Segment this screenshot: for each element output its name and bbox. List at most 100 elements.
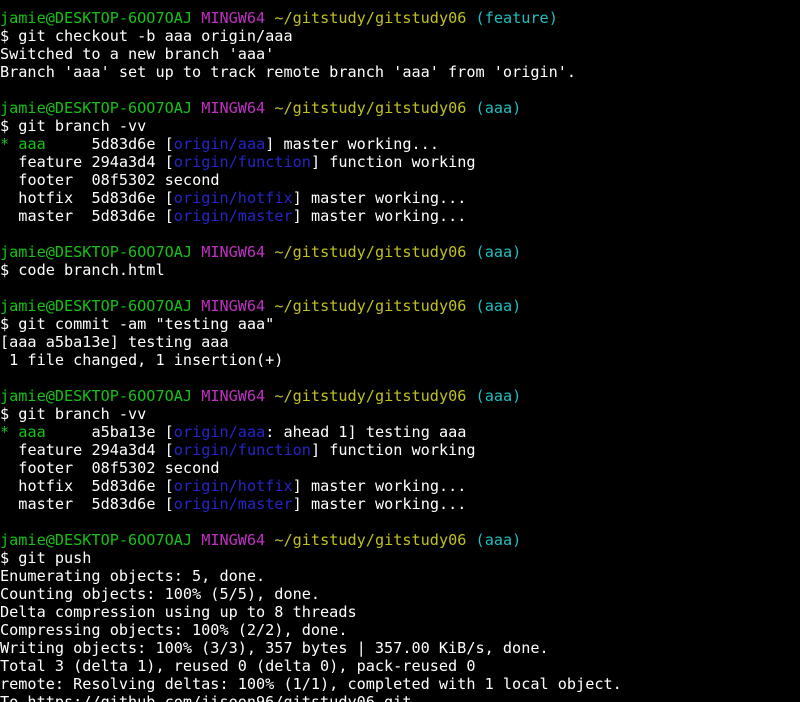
branch-name: master [18, 495, 83, 513]
output-line: Counting objects: 100% (5/5), done. [0, 585, 321, 603]
terminal-output[interactable]: jamie@DESKTOP-6OO7OAJ MINGW64 ~/gitstudy… [0, 0, 800, 702]
branch-name: aaa [18, 423, 83, 441]
commit-hash: 08f5302 [91, 459, 156, 477]
output-line: Delta compression using up to 8 threads [0, 603, 357, 621]
prompt-path: ~/gitstudy/gitstudy06 [274, 9, 467, 27]
output-line: Branch 'aaa' set up to track remote bran… [0, 63, 577, 81]
prompt-line: jamie@DESKTOP-6OO7OAJ MINGW64 ~/gitstudy… [0, 531, 800, 549]
branch-row: footer 08f5302 second [0, 459, 800, 477]
commit-hash: 5d83d6e [91, 207, 156, 225]
branch-row: hotfix 5d83d6e [origin/hotfix] master wo… [18, 477, 467, 495]
commit-message: function working [329, 153, 476, 171]
commit-message: second [164, 171, 220, 189]
branch-name: footer [18, 171, 83, 189]
branch-name: master [18, 207, 83, 225]
output-line: $ git commit -am "testing aaa" [0, 315, 275, 333]
output-line: Total 3 (delta 1), reused 0 (delta 0), p… [0, 657, 476, 675]
branch-row: hotfix 5d83d6e [origin/hotfix] master wo… [18, 189, 467, 207]
commit-message: master working... [310, 207, 467, 225]
branch-row: * aaa a5ba13e [origin/aaa: ahead 1] test… [0, 423, 467, 441]
prompt-line: jamie@DESKTOP-6OO7OAJ MINGW64 ~/gitstudy… [0, 243, 800, 261]
prompt-user-host: jamie@DESKTOP-6OO7OAJ [0, 99, 193, 117]
prompt-user-host: jamie@DESKTOP-6OO7OAJ [0, 531, 193, 549]
prompt-branch: (aaa) [475, 387, 522, 405]
output-line: 1 file changed, 1 insertion(+) [0, 351, 284, 369]
branch-row: feature 294a3d4 [origin/function] functi… [18, 441, 476, 459]
output-line: Switched to a new branch 'aaa' [0, 45, 275, 63]
branch-name: feature [18, 441, 83, 459]
output-line: $ git branch -vv [0, 405, 147, 423]
upstream-branch: origin/hotfix [173, 189, 293, 207]
prompt-branch: (aaa) [475, 243, 522, 261]
prompt-user-host: jamie@DESKTOP-6OO7OAJ [0, 9, 193, 27]
output-line: $ git branch -vv [0, 117, 147, 135]
commit-hash: 5d83d6e [91, 477, 156, 495]
commit-message: master working... [310, 477, 467, 495]
branch-row: footer 08f5302 second [0, 171, 800, 189]
output-line: Writing objects: 100% (3/3), 357 bytes |… [0, 639, 549, 657]
branch-row: * aaa 5d83d6e [origin/aaa] master workin… [0, 135, 439, 153]
prompt-env: MINGW64 [201, 387, 266, 405]
prompt-user-host: jamie@DESKTOP-6OO7OAJ [0, 297, 193, 315]
upstream-branch: origin/hotfix [173, 477, 293, 495]
branch-name: aaa [18, 135, 83, 153]
branch-row: master 5d83d6e [origin/master] master wo… [18, 207, 467, 225]
branch-row: master 5d83d6e [origin/master] master wo… [18, 495, 467, 513]
prompt-line: jamie@DESKTOP-6OO7OAJ MINGW64 ~/gitstudy… [0, 387, 800, 405]
prompt-branch: (feature) [475, 9, 558, 27]
output-line: remote: Resolving deltas: 100% (1/1), co… [0, 675, 622, 693]
prompt-env: MINGW64 [201, 9, 266, 27]
prompt-path: ~/gitstudy/gitstudy06 [274, 531, 467, 549]
prompt-env: MINGW64 [201, 297, 266, 315]
commit-message: second [164, 459, 220, 477]
output-line: [aaa a5ba13e] testing aaa [0, 333, 229, 351]
prompt-env: MINGW64 [201, 243, 266, 261]
prompt-env: MINGW64 [201, 531, 266, 549]
output-line: $ git push [0, 549, 92, 567]
commit-hash: 5d83d6e [91, 135, 156, 153]
upstream-branch: origin/master [173, 207, 293, 225]
commit-hash: 294a3d4 [91, 441, 156, 459]
prompt-line: jamie@DESKTOP-6OO7OAJ MINGW64 ~/gitstudy… [0, 99, 800, 117]
prompt-user-host: jamie@DESKTOP-6OO7OAJ [0, 387, 193, 405]
output-line: $ code branch.html [0, 261, 165, 279]
commit-message: testing aaa [365, 423, 467, 441]
upstream-branch: origin/aaa [173, 423, 266, 441]
prompt-line: jamie@DESKTOP-6OO7OAJ MINGW64 ~/gitstudy… [0, 9, 800, 27]
prompt-env: MINGW64 [201, 99, 266, 117]
prompt-path: ~/gitstudy/gitstudy06 [274, 243, 467, 261]
prompt-line: jamie@DESKTOP-6OO7OAJ MINGW64 ~/gitstudy… [0, 297, 800, 315]
commit-hash: 5d83d6e [91, 495, 156, 513]
upstream-branch: origin/function [173, 441, 311, 459]
prompt-path: ~/gitstudy/gitstudy06 [274, 297, 467, 315]
commit-message: master working... [310, 189, 467, 207]
commit-hash: 08f5302 [91, 171, 156, 189]
prompt-branch: (aaa) [475, 99, 522, 117]
commit-message: function working [329, 441, 476, 459]
prompt-path: ~/gitstudy/gitstudy06 [274, 99, 467, 117]
upstream-branch: origin/function [173, 153, 311, 171]
branch-name: hotfix [18, 189, 83, 207]
branch-name: footer [18, 459, 83, 477]
commit-message: master working... [283, 135, 439, 153]
branch-name: hotfix [18, 477, 83, 495]
tracking-status: : ahead 1 [265, 423, 348, 441]
prompt-branch: (aaa) [475, 297, 522, 315]
output-line: To https://github.com/jisoon96/gitstudy0… [0, 693, 412, 702]
commit-hash: 5d83d6e [91, 189, 156, 207]
upstream-branch: origin/aaa [173, 135, 266, 153]
prompt-user-host: jamie@DESKTOP-6OO7OAJ [0, 243, 193, 261]
commit-hash: a5ba13e [91, 423, 156, 441]
branch-name: feature [18, 153, 83, 171]
branch-row: feature 294a3d4 [origin/function] functi… [18, 153, 476, 171]
prompt-branch: (aaa) [475, 531, 522, 549]
prompt-path: ~/gitstudy/gitstudy06 [274, 387, 467, 405]
commit-message: master working... [310, 495, 467, 513]
commit-hash: 294a3d4 [91, 153, 156, 171]
output-line: Enumerating objects: 5, done. [0, 567, 266, 585]
